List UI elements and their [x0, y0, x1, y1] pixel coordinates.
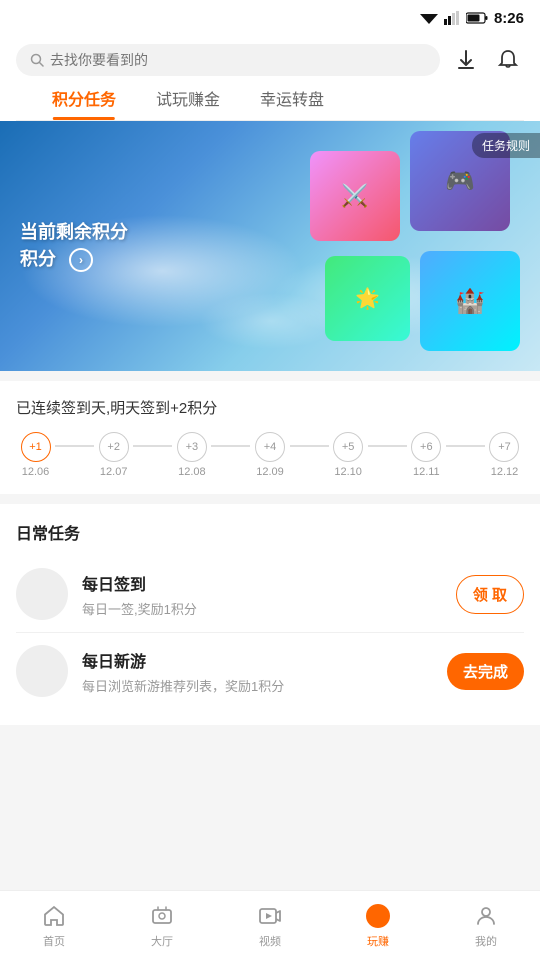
tab-trial[interactable]: 试玩赚金	[136, 76, 240, 120]
day-circle-7: +7	[489, 432, 519, 462]
day-circle-5: +5	[333, 432, 363, 462]
hall-icon	[149, 903, 175, 929]
nav-item-earn[interactable]: ¥ 玩赚	[324, 903, 432, 949]
video-icon	[257, 903, 283, 929]
day-item-3: +3 12.08	[172, 432, 211, 478]
day-circle-2: +2	[99, 432, 129, 462]
download-button[interactable]	[450, 44, 482, 76]
tab-lucky[interactable]: 幸运转盘	[240, 76, 344, 120]
nav-label-home: 首页	[43, 933, 65, 949]
banner-games: 🎮 ⚔️ 🏰 🌟	[290, 131, 530, 361]
search-icon	[30, 53, 44, 67]
status-icons: 8:26	[420, 10, 524, 27]
connector-5	[368, 445, 407, 447]
task-item-newgame: 每日新游 每日浏览新游推荐列表，奖励1积分 去完成	[16, 633, 524, 709]
nav-label-hall: 大厅	[151, 933, 173, 949]
day-label-4: 12.09	[256, 466, 284, 478]
nav-item-video[interactable]: 视频	[216, 903, 324, 949]
checkin-days: +1 12.06 +2 12.07 +3 12.08	[16, 432, 524, 478]
task-icon-checkin	[16, 568, 68, 620]
task-desc-newgame: 每日浏览新游推荐列表，奖励1积分	[82, 676, 433, 695]
home-icon	[41, 903, 67, 929]
task-btn-checkin[interactable]: 领 取	[456, 575, 524, 614]
day-item-5: +5 12.10	[329, 432, 368, 478]
nav-label-video: 视频	[259, 933, 281, 949]
day-label-5: 12.10	[334, 466, 362, 478]
search-input[interactable]	[50, 52, 426, 68]
checkin-description: 已连续签到天,明天签到+2积分	[16, 397, 524, 418]
status-bar: 8:26	[0, 0, 540, 36]
banner: 🎮 ⚔️ 🏰 🌟 当前剩余积分积分 › 任务规则	[0, 121, 540, 371]
task-info-checkin: 每日签到 每日一签,奖励1积分	[82, 571, 442, 618]
checkin-section: 已连续签到天,明天签到+2积分 +1 12.06 +2 12.07	[0, 381, 540, 494]
day-label-1: 12.06	[22, 466, 50, 478]
nav-item-home[interactable]: 首页	[0, 903, 108, 949]
wifi-icon	[420, 11, 438, 25]
mine-icon	[473, 903, 499, 929]
day-item-2: +2 12.07	[94, 432, 133, 478]
nav-label-mine: 我的	[475, 933, 497, 949]
connector-6	[446, 445, 485, 447]
task-btn-newgame[interactable]: 去完成	[447, 653, 524, 690]
day-circle-3: +3	[177, 432, 207, 462]
signal-icon	[444, 11, 460, 25]
banner-text: 当前剩余积分积分 ›	[20, 219, 128, 273]
task-name-checkin: 每日签到	[82, 571, 442, 595]
game-thumb-4: 🌟	[325, 256, 410, 341]
download-icon	[455, 49, 477, 71]
notification-icon	[497, 49, 519, 71]
day-circle-1: +1	[21, 432, 51, 462]
day-item-1: +1 12.06	[16, 432, 55, 478]
game-thumb-3: 🏰	[420, 251, 520, 351]
banner-arrow[interactable]: ›	[69, 248, 93, 272]
day-label-7: 12.12	[491, 466, 519, 478]
notification-button[interactable]	[492, 44, 524, 76]
day-item-6: +6 12.11	[407, 432, 446, 478]
task-item-checkin: 每日签到 每日一签,奖励1积分 领 取	[16, 556, 524, 633]
daily-tasks-title: 日常任务	[16, 520, 524, 544]
tab-bar: 积分任务 试玩赚金 幸运转盘	[16, 76, 524, 121]
day-circle-4: +4	[255, 432, 285, 462]
battery-icon	[466, 12, 488, 24]
nav-item-hall[interactable]: 大厅	[108, 903, 216, 949]
banner-rule-button[interactable]: 任务规则	[472, 133, 540, 158]
task-info-newgame: 每日新游 每日浏览新游推荐列表，奖励1积分	[82, 648, 433, 695]
svg-text:¥: ¥	[375, 910, 382, 924]
connector-3	[211, 445, 250, 447]
day-item-4: +4 12.09	[250, 432, 289, 478]
day-label-3: 12.08	[178, 466, 206, 478]
day-label-6: 12.11	[413, 466, 440, 478]
game-thumb-2: ⚔️	[310, 151, 400, 241]
day-label-2: 12.07	[100, 466, 128, 478]
header: 积分任务 试玩赚金 幸运转盘	[0, 36, 540, 121]
task-name-newgame: 每日新游	[82, 648, 433, 672]
task-icon-newgame	[16, 645, 68, 697]
search-bar[interactable]	[16, 44, 440, 76]
connector-4	[290, 445, 329, 447]
connector-2	[133, 445, 172, 447]
day-circle-6: +6	[411, 432, 441, 462]
connector-1	[55, 445, 94, 447]
earn-icon: ¥	[365, 903, 391, 929]
banner-main-text: 当前剩余积分积分 ›	[20, 219, 128, 273]
daily-tasks-section: 日常任务 每日签到 每日一签,奖励1积分 领 取 每日新游 每日浏览新游推荐列表…	[0, 504, 540, 725]
task-desc-checkin: 每日一签,奖励1积分	[82, 599, 442, 618]
status-time: 8:26	[494, 10, 524, 27]
bottom-nav: 首页 大厅 视频 ¥ 玩赚	[0, 890, 540, 960]
nav-label-earn: 玩赚	[367, 933, 389, 949]
day-item-7: +7 12.12	[485, 432, 524, 478]
tab-points[interactable]: 积分任务	[32, 76, 136, 120]
nav-item-mine[interactable]: 我的	[432, 903, 540, 949]
